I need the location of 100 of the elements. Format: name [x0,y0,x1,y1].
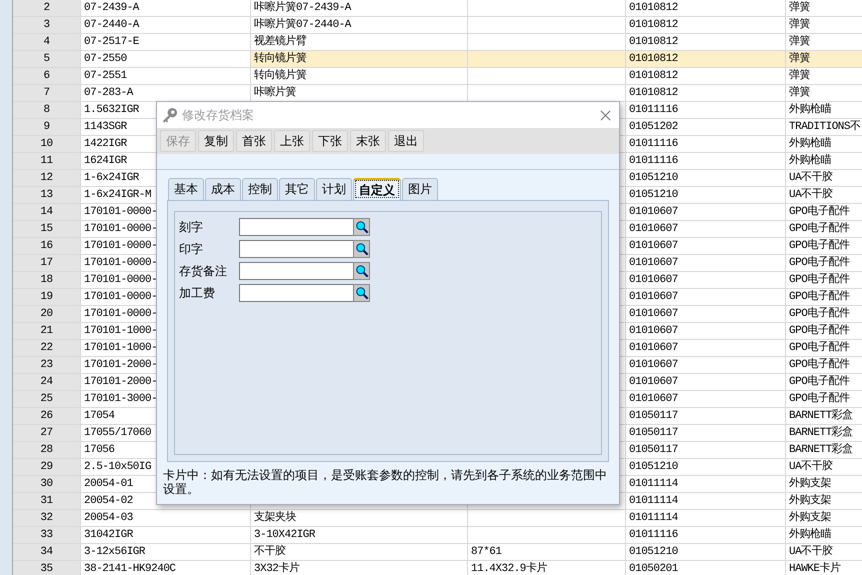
table-cell: 外购支架 [786,493,862,510]
row-number: 24 [13,374,81,391]
row-number: 4 [13,34,81,51]
row-number: 7 [13,85,81,102]
search-icon [354,264,368,278]
table-cell: 外购枪瞄 [786,136,862,153]
table-cell: 01050201 [626,561,786,575]
row-number: 9 [13,119,81,136]
table-cell: 外购枪瞄 [786,102,862,119]
toolbar-button[interactable]: 末张 [350,130,386,152]
table-cell: 01011114 [626,510,786,527]
table-cell: 支架夹块 [251,510,468,527]
table-cell: 3X32卡片 [251,561,468,575]
table-cell: 07-2551 [81,68,251,85]
table-cell: 87*61 [468,544,626,561]
tab[interactable]: 其它 [279,178,315,200]
table-cell: GPO电子配件 [786,340,862,357]
table-cell: 01051202 [626,119,786,136]
table-cell: 弹簧 [786,0,862,17]
table-cell: 外购枪瞄 [786,153,862,170]
table-cell: 01050117 [626,442,786,459]
row-number: 32 [13,510,81,527]
table-cell: 3-12x56IGR [81,544,251,561]
table-cell: 01010607 [626,391,786,408]
row-number: 10 [13,136,81,153]
toolbar-button[interactable]: 复制 [198,130,234,152]
tab[interactable]: 成本 [205,178,241,200]
table-cell: 01010607 [626,340,786,357]
close-icon[interactable] [600,110,611,120]
table-cell: 01010812 [626,51,786,68]
table-cell: 外购枪瞄 [786,527,862,544]
table-cell: GPO电子配件 [786,221,862,238]
row-number: 22 [13,340,81,357]
table-cell: 01011116 [626,153,786,170]
toolbar-button[interactable]: 退出 [388,130,424,152]
input-field[interactable] [239,262,353,280]
table-cell: 弹簧 [786,68,862,85]
table-cell: 01050117 [626,425,786,442]
input-field[interactable] [239,218,353,236]
row-number: 29 [13,459,81,476]
key-icon [161,106,178,124]
table-cell: 弹簧 [786,17,862,34]
row-number: 19 [13,289,81,306]
search-icon [354,220,368,234]
table-cell: UA不干胶 [786,459,862,476]
table-cell: GPO电子配件 [786,255,862,272]
row-number: 28 [13,442,81,459]
row-number: 34 [13,544,81,561]
row-number: 23 [13,357,81,374]
row-number: 13 [13,187,81,204]
tab[interactable]: 图片 [402,178,438,200]
table-cell: 01051210 [626,544,786,561]
tab[interactable]: 基本 [168,178,204,200]
row-number: 31 [13,493,81,510]
table-cell: 07-2440-A [81,17,251,34]
row-number: 30 [13,476,81,493]
toolbar-button[interactable]: 上张 [274,130,310,152]
input-field[interactable] [239,240,353,258]
search-button[interactable] [353,218,370,236]
search-icon [354,242,368,256]
search-button[interactable] [353,284,370,302]
row-number: 11 [13,153,81,170]
row-number: 33 [13,527,81,544]
table-cell: 20054-03 [81,510,251,527]
table-cell: 01010607 [626,306,786,323]
row-number: 27 [13,425,81,442]
toolbar-button[interactable]: 下张 [312,130,348,152]
table-cell: 01010607 [626,204,786,221]
tab[interactable]: 控制 [242,178,278,200]
row-number: 14 [13,204,81,221]
table-cell: 咔嚓片簧07-2439-A [251,0,468,17]
table-cell: BARNETT彩盒 [786,425,862,442]
search-icon [354,286,368,300]
table-cell: 01010812 [626,0,786,17]
search-button[interactable] [353,262,370,280]
table-cell: 01010607 [626,357,786,374]
table-cell: 外购支架 [786,510,862,527]
table-cell: GPO电子配件 [786,357,862,374]
row-number: 15 [13,221,81,238]
table-cell: 07-2550 [81,51,251,68]
row-number: 8 [13,102,81,119]
table-cell: 01010607 [626,221,786,238]
table-cell: 转向镜片簧 [251,68,468,85]
table-cell: GPO电子配件 [786,391,862,408]
input-field[interactable] [239,284,353,302]
table-cell: GPO电子配件 [786,204,862,221]
table-cell: 咔嚓片簧07-2440-A [251,17,468,34]
table-cell: UA不干胶 [786,187,862,204]
table-cell: 01011116 [626,527,786,544]
table-cell: 11.4X32.9卡片 [468,561,626,575]
table-cell: 01010607 [626,289,786,306]
table-cell: 01010812 [626,85,786,102]
search-button[interactable] [353,240,370,258]
row-number: 17 [13,255,81,272]
field-label: 印字 [179,240,204,258]
field-label: 刻字 [179,218,204,236]
tab[interactable]: 自定义 [353,178,401,200]
table-cell: 01010607 [626,272,786,289]
tab[interactable]: 计划 [316,178,352,200]
toolbar-button[interactable]: 首张 [236,130,272,152]
